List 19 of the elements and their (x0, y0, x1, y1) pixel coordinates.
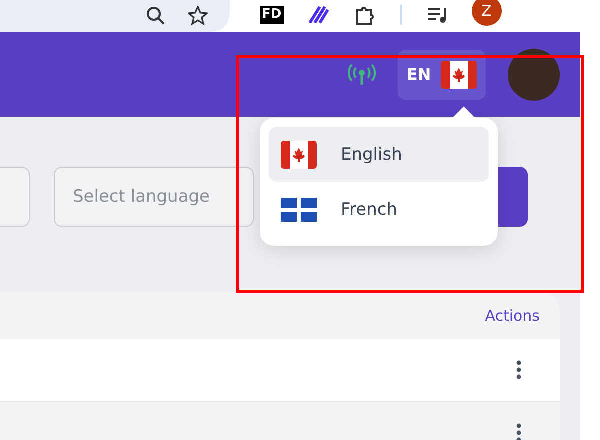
kebab-menu-icon[interactable] (516, 360, 522, 380)
stripes-extension-icon[interactable] (308, 5, 330, 25)
canada-flag-icon (441, 60, 478, 88)
avatar[interactable] (508, 48, 560, 100)
zoom-icon[interactable] (146, 6, 166, 26)
puzzle-icon[interactable] (354, 4, 376, 26)
kebab-menu-icon[interactable] (516, 423, 522, 440)
address-bar[interactable] (0, 0, 230, 32)
broadcast-icon[interactable] (348, 64, 376, 86)
extension-logo[interactable]: FD (260, 6, 284, 24)
canada-flag-icon (281, 140, 317, 168)
column-header: Actions (485, 306, 540, 324)
language-button[interactable]: EN (398, 50, 486, 100)
profile-avatar[interactable]: Z (472, 0, 502, 26)
input-field[interactable] (0, 167, 30, 227)
music-queue-icon[interactable] (426, 5, 448, 25)
quebec-flag-icon (281, 198, 317, 222)
language-option[interactable]: English (269, 127, 489, 182)
star-icon[interactable] (188, 6, 208, 26)
